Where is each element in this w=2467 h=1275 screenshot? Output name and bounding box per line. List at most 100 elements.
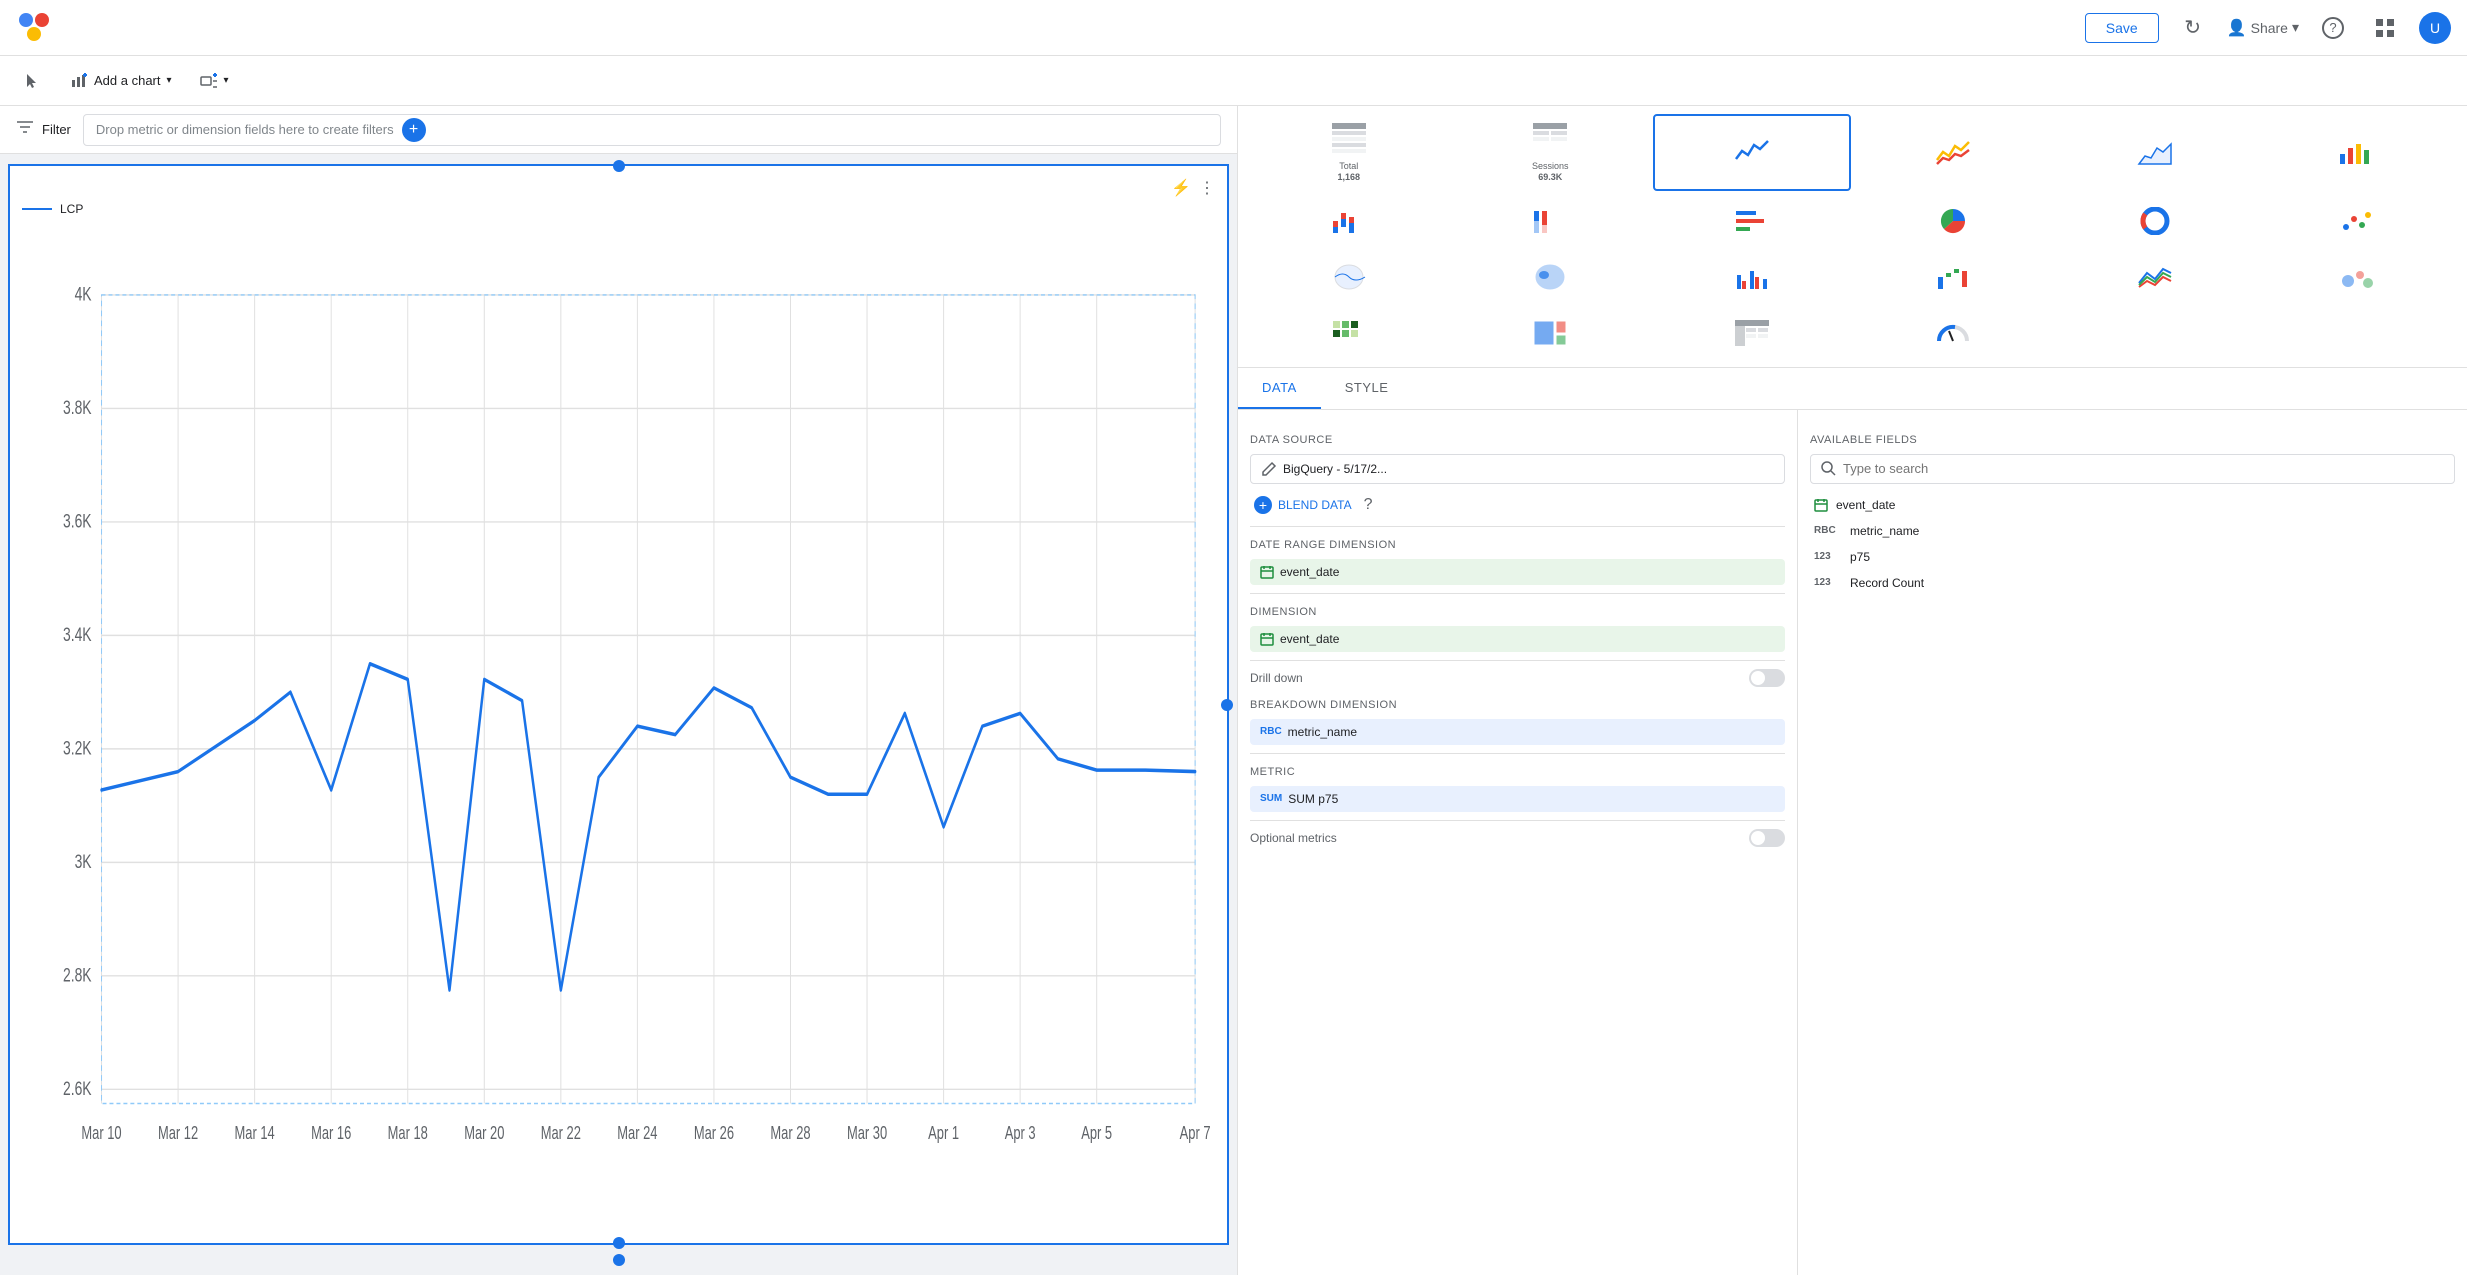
scorecard-icon bbox=[1532, 122, 1568, 161]
svg-text:Mar 14: Mar 14 bbox=[235, 1124, 275, 1144]
svg-text:2.6K: 2.6K bbox=[63, 1076, 92, 1099]
chart-type-line[interactable] bbox=[1855, 114, 2053, 191]
add-control-icon bbox=[200, 72, 218, 90]
share-label: Share bbox=[2251, 20, 2288, 36]
drill-down-toggle[interactable] bbox=[1749, 669, 1785, 687]
divider-2 bbox=[1250, 593, 1785, 594]
chart-type-bar[interactable] bbox=[2258, 114, 2456, 191]
dimension-field-name: event_date bbox=[1280, 632, 1339, 646]
blend-data-button[interactable]: + BLEND DATA bbox=[1250, 492, 1356, 518]
chart-flash-button[interactable]: ⚡ bbox=[1171, 178, 1191, 198]
search-input[interactable] bbox=[1843, 461, 2444, 476]
breakdown-field-chip[interactable]: RBC metric_name bbox=[1250, 719, 1785, 745]
filter-bar: Filter Drop metric or dimension fields h… bbox=[0, 106, 1237, 154]
chart-container[interactable]: ⚡ ⋮ LCP bbox=[8, 164, 1229, 1245]
stacked-bar-icon bbox=[1331, 207, 1367, 235]
chart-type-gauge[interactable] bbox=[1855, 307, 2053, 359]
tab-data[interactable]: DATA bbox=[1238, 368, 1321, 409]
add-control-chevron: ▾ bbox=[224, 75, 229, 86]
chart-type-bubble[interactable] bbox=[2258, 251, 2456, 303]
svg-text:Mar 10: Mar 10 bbox=[81, 1124, 121, 1144]
data-source-row: BigQuery - 5/17/2... bbox=[1250, 454, 1785, 484]
bottom-resize-handle[interactable] bbox=[613, 1254, 625, 1266]
blend-add-icon: + bbox=[1254, 496, 1272, 514]
chart-toolbar: ⚡ ⋮ bbox=[22, 178, 1215, 198]
search-input-wrapper bbox=[1810, 454, 2455, 484]
field-name-p75: p75 bbox=[1850, 550, 1870, 564]
field-item-record-count[interactable]: 123 Record Count bbox=[1810, 570, 2455, 596]
chart-type-treemap[interactable] bbox=[1452, 307, 1650, 359]
heatmap-icon bbox=[1331, 319, 1367, 347]
field-type-rbc: RBC bbox=[1814, 525, 1842, 536]
geo-map-icon bbox=[1331, 263, 1367, 291]
cursor-icon bbox=[24, 72, 42, 90]
svg-text:3.8K: 3.8K bbox=[63, 396, 92, 419]
data-source-section-label: Data source bbox=[1250, 434, 1785, 446]
chart-type-multi-line[interactable] bbox=[2056, 251, 2254, 303]
field-item-metric-name[interactable]: RBC metric_name bbox=[1810, 518, 2455, 544]
chart-svg-wrapper: 4K 3.8K 3.6K 3.4K 3.2K 3K 2.8K 2.6K Mar … bbox=[22, 224, 1215, 1217]
date-range-dimension-label: Date Range Dimension bbox=[1250, 539, 1785, 551]
chart-type-donut[interactable] bbox=[2056, 195, 2254, 247]
chart-type-scorecard[interactable]: Sessions69.3K bbox=[1452, 114, 1650, 191]
chart-type-filled-map[interactable] bbox=[1452, 251, 1650, 303]
optional-metrics-label: Optional metrics bbox=[1250, 831, 1337, 845]
panel-tabs: DATA STYLE bbox=[1238, 368, 2467, 410]
chart-type-stacked-bar[interactable] bbox=[1250, 195, 1448, 247]
data-source-chip[interactable]: BigQuery - 5/17/2... bbox=[1250, 454, 1785, 484]
toggle-knob bbox=[1751, 671, 1765, 685]
chart-type-horizontal-bar[interactable] bbox=[1653, 195, 1851, 247]
chart-type-pie[interactable] bbox=[1855, 195, 2053, 247]
add-chart-button[interactable]: Add a chart ▾ bbox=[62, 66, 180, 96]
save-button[interactable]: Save bbox=[2085, 13, 2159, 43]
date-range-field-chip[interactable]: event_date bbox=[1250, 559, 1785, 585]
chart-type-scatter[interactable] bbox=[2258, 195, 2456, 247]
add-chart-chevron: ▾ bbox=[167, 75, 172, 86]
chart-type-table[interactable]: Total1,168 bbox=[1250, 114, 1448, 191]
nav-right: Save ↻ 👤 Share ▾ ? U bbox=[2085, 10, 2451, 46]
field-name-metric-name: metric_name bbox=[1850, 524, 1919, 538]
help-button[interactable]: ? bbox=[2315, 10, 2351, 46]
search-icon bbox=[1821, 461, 1837, 477]
bar-chart-icon bbox=[2338, 138, 2374, 166]
scatter-plot-icon bbox=[2338, 207, 2374, 235]
date-range-field-name: event_date bbox=[1280, 565, 1339, 579]
chart-type-pivot-table[interactable] bbox=[1653, 307, 1851, 359]
gauge-icon bbox=[1935, 319, 1971, 347]
share-button[interactable]: 👤 Share ▾ bbox=[2227, 18, 2299, 38]
chart-more-button[interactable]: ⋮ bbox=[1199, 178, 1215, 198]
svg-text:Mar 24: Mar 24 bbox=[617, 1124, 657, 1144]
filter-add-button[interactable]: + bbox=[402, 118, 426, 142]
field-item-event-date[interactable]: event_date bbox=[1810, 492, 2455, 518]
chart-type-grouped-bar[interactable] bbox=[1653, 251, 1851, 303]
chart-type-100-stacked-bar[interactable] bbox=[1452, 195, 1650, 247]
field-calendar-icon bbox=[1814, 498, 1828, 512]
refresh-button[interactable]: ↻ bbox=[2175, 10, 2211, 46]
svg-text:Mar 18: Mar 18 bbox=[388, 1124, 428, 1144]
apps-button[interactable] bbox=[2367, 10, 2403, 46]
chart-type-waterfall[interactable] bbox=[1855, 251, 2053, 303]
help-icon: ? bbox=[2322, 17, 2344, 39]
nav-left bbox=[16, 10, 52, 46]
optional-metrics-toggle[interactable] bbox=[1749, 829, 1785, 847]
chart-type-geo-map[interactable] bbox=[1250, 251, 1448, 303]
tab-style[interactable]: STYLE bbox=[1321, 368, 1413, 409]
chart-type-time-series[interactable] bbox=[1653, 114, 1851, 191]
field-item-p75[interactable]: 123 p75 bbox=[1810, 544, 2455, 570]
svg-text:Apr 5: Apr 5 bbox=[1081, 1124, 1112, 1144]
data-source-name: BigQuery - 5/17/2... bbox=[1283, 462, 1387, 476]
svg-text:Mar 26: Mar 26 bbox=[694, 1124, 734, 1144]
cursor-tool-button[interactable] bbox=[16, 66, 50, 96]
horizontal-bar-icon bbox=[1734, 207, 1770, 235]
metric-field-chip[interactable]: SUM SUM p75 bbox=[1250, 786, 1785, 812]
svg-text:Mar 22: Mar 22 bbox=[541, 1124, 581, 1144]
chart-type-heatmap[interactable] bbox=[1250, 307, 1448, 359]
blend-help-icon[interactable]: ? bbox=[1364, 496, 1373, 514]
add-control-button[interactable]: ▾ bbox=[192, 66, 237, 96]
chart-type-area[interactable] bbox=[2056, 114, 2254, 191]
bubble-chart-icon bbox=[2338, 263, 2374, 291]
dimension-field-chip[interactable]: event_date bbox=[1250, 626, 1785, 652]
share-chevron-icon: ▾ bbox=[2292, 19, 2299, 36]
filter-drop-zone[interactable]: Drop metric or dimension fields here to … bbox=[83, 114, 1221, 146]
avatar[interactable]: U bbox=[2419, 12, 2451, 44]
